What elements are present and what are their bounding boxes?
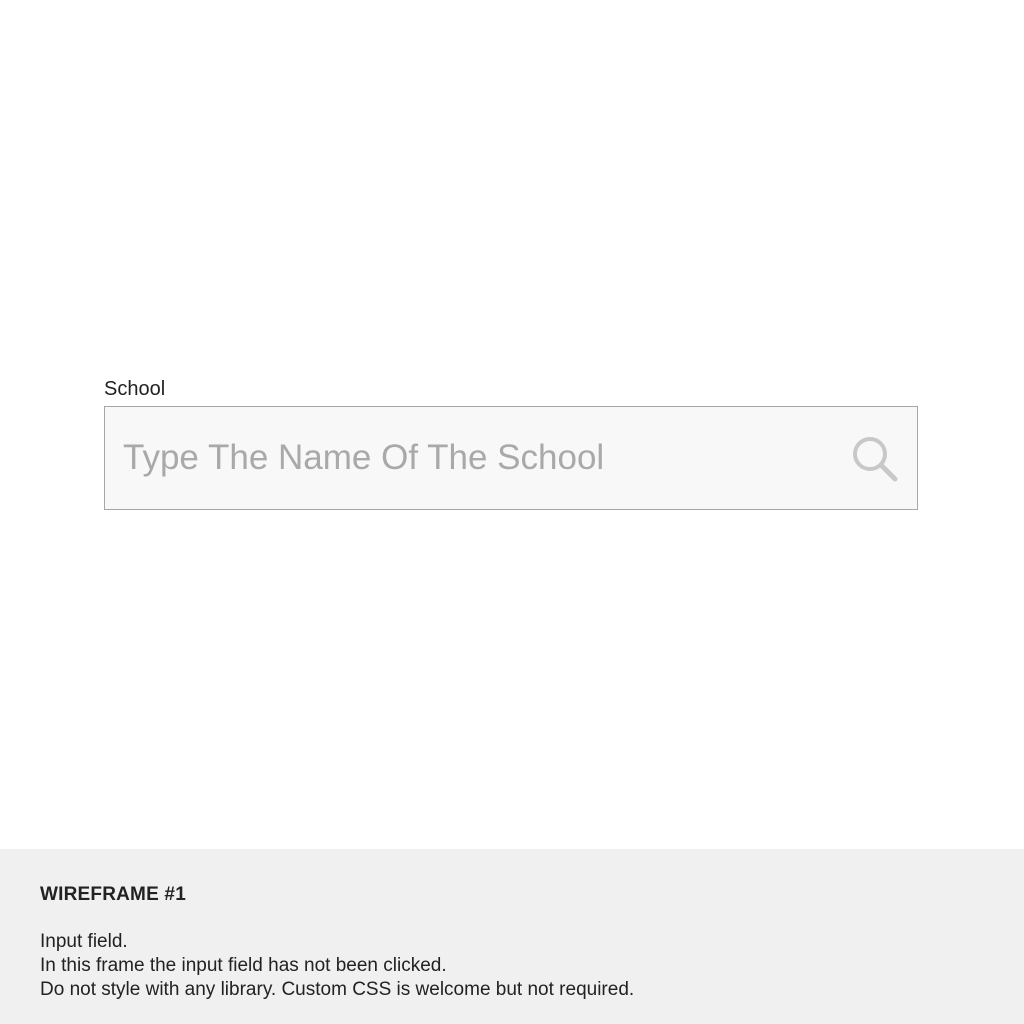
search-icon[interactable] <box>851 435 899 483</box>
wireframe-notes-panel: WIREFRAME #1 Input field. In this frame … <box>0 849 1024 1024</box>
wireframe-note-line: In this frame the input field has not be… <box>40 955 447 976</box>
wireframe-note-line: Do not style with any library. Custom CS… <box>40 979 635 1000</box>
search-icon-svg <box>853 437 898 482</box>
wireframe-note-line: Input field. <box>40 931 128 952</box>
wireframe-canvas: School WIREFRAME #1 Input field. In this… <box>0 0 1024 1024</box>
wireframe-title: WIREFRAME #1 <box>40 884 186 905</box>
school-field-label: School <box>104 378 166 400</box>
school-search-box[interactable] <box>104 406 918 510</box>
school-search-input[interactable] <box>123 407 823 509</box>
